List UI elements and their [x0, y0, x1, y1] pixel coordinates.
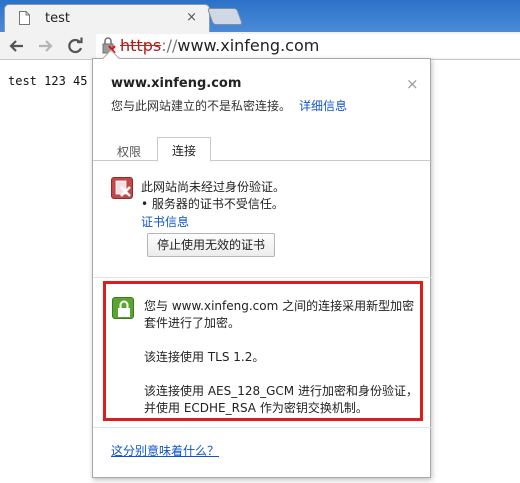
identity-section: 此网站尚未经过身份验证。 • 服务器的证书不受信任。 证书信息 停止使用无效的证…	[93, 161, 432, 277]
footer-divider	[93, 427, 432, 428]
page-body-text: test 123 45	[8, 74, 88, 88]
tab-title: test	[45, 11, 70, 26]
encryption-line-1: 您与 www.xinfeng.com 之间的连接采用新型加密套件进行了加密。	[144, 299, 415, 330]
url-separator: ://	[161, 36, 178, 55]
what-does-this-mean-link[interactable]: 这分别意味着什么？	[111, 442, 219, 459]
toolbar: https://www.xinfeng.com	[0, 32, 520, 60]
url-text: https://www.xinfeng.com	[120, 36, 319, 55]
tab-strip: test ×	[0, 0, 520, 32]
forward-arrow-icon[interactable]	[34, 35, 56, 57]
site-name: www.xinfeng.com	[111, 76, 242, 91]
reload-icon[interactable]	[64, 35, 86, 57]
encryption-section: 您与 www.xinfeng.com 之间的连接采用新型加密套件进行了加密。 该…	[103, 281, 423, 421]
popup-tabs: 权限 连接	[93, 135, 432, 162]
address-bar[interactable]: https://www.xinfeng.com	[96, 34, 520, 58]
lock-icon	[112, 297, 134, 319]
connection-description-text: 您与此网站建立的不是私密连接。	[111, 99, 292, 113]
tab-connection[interactable]: 连接	[157, 137, 211, 162]
new-tab-button[interactable]	[206, 8, 244, 25]
certificate-error-icon	[111, 177, 133, 199]
stop-using-invalid-certificate-button[interactable]: 停止使用无效的证书	[147, 233, 275, 257]
close-icon[interactable]: ×	[406, 75, 419, 93]
browser-tab[interactable]: test ×	[4, 4, 210, 32]
encryption-line-2: 该连接使用 TLS 1.2。	[144, 350, 265, 364]
connection-description: 您与此网站建立的不是私密连接。 详细信息	[111, 97, 347, 114]
details-link[interactable]: 详细信息	[299, 99, 347, 113]
encryption-text: 您与 www.xinfeng.com 之间的连接采用新型加密套件进行了加密。 该…	[144, 298, 418, 434]
section-divider	[93, 277, 432, 278]
page-icon	[19, 11, 30, 25]
certificate-info-link[interactable]: 证书信息	[141, 213, 189, 230]
tab-close-icon[interactable]: ×	[186, 10, 197, 25]
back-arrow-icon[interactable]	[6, 35, 28, 57]
identity-title: 此网站尚未经过身份验证。	[141, 180, 286, 194]
identity-bullet: • 服务器的证书不受信任。	[141, 197, 284, 211]
url-host: www.xinfeng.com	[177, 36, 320, 55]
tab-permissions[interactable]: 权限	[103, 139, 155, 161]
encryption-line-3: 该连接使用 AES_128_GCM 进行加密和身份验证，并使用 ECDHE_RS…	[144, 384, 418, 415]
url-scheme: https	[120, 36, 162, 55]
site-info-popup: × www.xinfeng.com 您与此网站建立的不是私密连接。 详细信息 权限…	[92, 49, 432, 478]
